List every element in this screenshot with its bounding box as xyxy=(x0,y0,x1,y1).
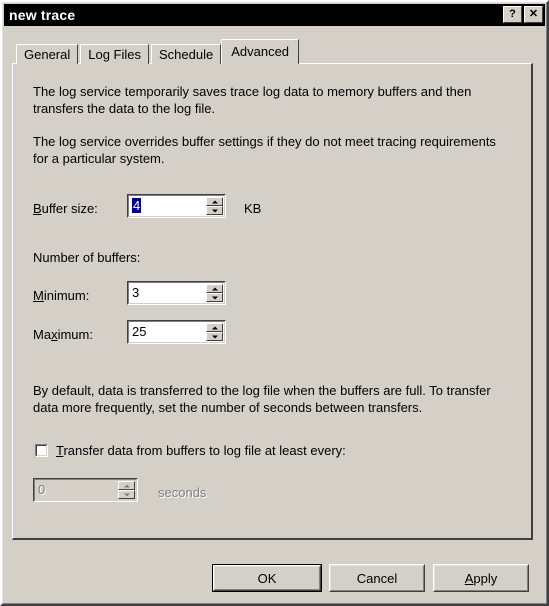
buffer-size-input[interactable]: 4 xyxy=(129,196,206,216)
transfer-seconds-unit-label: seconds xyxy=(158,485,207,500)
tab-log-files[interactable]: Log Files xyxy=(80,44,149,64)
chevron-up-icon xyxy=(211,287,218,290)
minimum-accel: M xyxy=(33,288,44,303)
advanced-tab-panel: The log service temporarily saves trace … xyxy=(12,63,533,540)
transfer-data-label-text: ransfer data from buffers to log file at… xyxy=(63,443,346,458)
maximum-label-text: imum: xyxy=(57,327,93,342)
buffer-size-spin-down-button[interactable] xyxy=(206,206,223,215)
ok-button-label: OK xyxy=(257,570,277,586)
description-paragraph-2: The log service overrides buffer setting… xyxy=(33,134,496,166)
minimum-spin-buttons xyxy=(206,284,223,302)
transfer-seconds-spin-buttons xyxy=(118,481,135,499)
minimum-label-text: inimum: xyxy=(43,288,90,303)
maximum-spin-down-button[interactable] xyxy=(206,332,223,341)
transfer-seconds-spin-down-button[interactable] xyxy=(118,490,135,499)
window-title: new trace xyxy=(9,7,76,23)
ok-button[interactable]: OK xyxy=(212,564,322,592)
help-icon[interactable]: ? xyxy=(503,6,522,23)
description-paragraph-3: By default, data is transferred to the l… xyxy=(33,383,491,415)
apply-button-bevel: Apply xyxy=(434,565,528,591)
title-bar-buttons: ? ✕ xyxy=(503,6,543,23)
maximum-spin-buttons xyxy=(206,323,223,341)
buffer-size-spin-buttons xyxy=(206,197,223,215)
close-icon[interactable]: ✕ xyxy=(524,6,543,23)
minimum-spinner[interactable]: 3 xyxy=(127,281,226,305)
buffer-size-spinner-bevel: 4 xyxy=(128,195,225,217)
transfer-data-checkbox-label: Transfer data from buffers to log file a… xyxy=(56,443,346,458)
minimum-spin-down-button[interactable] xyxy=(206,293,223,302)
buffer-size-spin-up-button[interactable] xyxy=(206,197,223,206)
chevron-up-icon xyxy=(211,200,218,203)
transfer-data-checkbox-row[interactable]: Transfer data from buffers to log file a… xyxy=(35,443,346,458)
maximum-label: Maximum: xyxy=(33,327,93,343)
transfer-seconds-spinner[interactable]: 0 xyxy=(33,478,138,502)
buffer-size-label: Buffer size: xyxy=(33,201,98,217)
apply-button-label: Apply xyxy=(465,571,498,586)
tab-schedule[interactable]: Schedule xyxy=(151,44,222,64)
buffer-size-spinner[interactable]: 4 xyxy=(127,194,226,218)
chevron-down-icon xyxy=(211,296,218,299)
tab-general[interactable]: General xyxy=(16,44,79,64)
maximum-label-prefix: Ma xyxy=(33,327,52,342)
chevron-up-icon xyxy=(123,484,130,487)
cancel-button-bevel: Cancel xyxy=(330,565,424,591)
chevron-down-icon xyxy=(123,493,130,496)
transfer-seconds-input[interactable]: 0 xyxy=(35,480,118,500)
buffer-size-label-text: uffer size: xyxy=(41,201,98,216)
transfer-seconds-spinner-bevel: 0 xyxy=(34,479,137,501)
minimum-label: Minimum: xyxy=(33,288,89,304)
minimum-spin-up-button[interactable] xyxy=(206,284,223,293)
apply-label-text: pply xyxy=(473,570,498,586)
transfer-seconds-spin-up-button[interactable] xyxy=(118,481,135,490)
chevron-down-icon xyxy=(211,335,218,338)
maximum-spinner[interactable]: 25 xyxy=(127,320,226,344)
description-paragraph-1: The log service temporarily saves trace … xyxy=(33,84,472,116)
maximum-input[interactable]: 25 xyxy=(129,322,206,342)
maximum-spin-up-button[interactable] xyxy=(206,323,223,332)
minimum-spinner-bevel: 3 xyxy=(128,282,225,304)
buffer-size-value: 4 xyxy=(132,198,142,213)
maximum-spinner-bevel: 25 xyxy=(128,321,225,343)
transfer-data-checkbox[interactable] xyxy=(35,444,48,457)
chevron-down-icon xyxy=(211,209,218,212)
ok-button-bevel: OK xyxy=(213,565,321,591)
number-of-buffers-label: Number of buffers: xyxy=(33,250,141,265)
apply-button[interactable]: Apply xyxy=(433,564,529,592)
buffer-size-unit-label: KB xyxy=(244,201,262,216)
title-bar: new trace ? ✕ xyxy=(4,4,545,26)
dialog-window: new trace ? ✕ General Log Files Schedule… xyxy=(0,0,549,606)
tab-strip: General Log Files Schedule Advanced xyxy=(16,39,300,64)
cancel-button[interactable]: Cancel xyxy=(329,564,425,592)
minimum-input[interactable]: 3 xyxy=(129,283,206,303)
cancel-button-label: Cancel xyxy=(356,570,398,586)
tab-advanced[interactable]: Advanced xyxy=(221,39,300,64)
buffer-size-accel: B xyxy=(33,201,42,216)
chevron-up-icon xyxy=(211,326,218,329)
ok-button-bevel-inner: OK xyxy=(214,566,320,590)
